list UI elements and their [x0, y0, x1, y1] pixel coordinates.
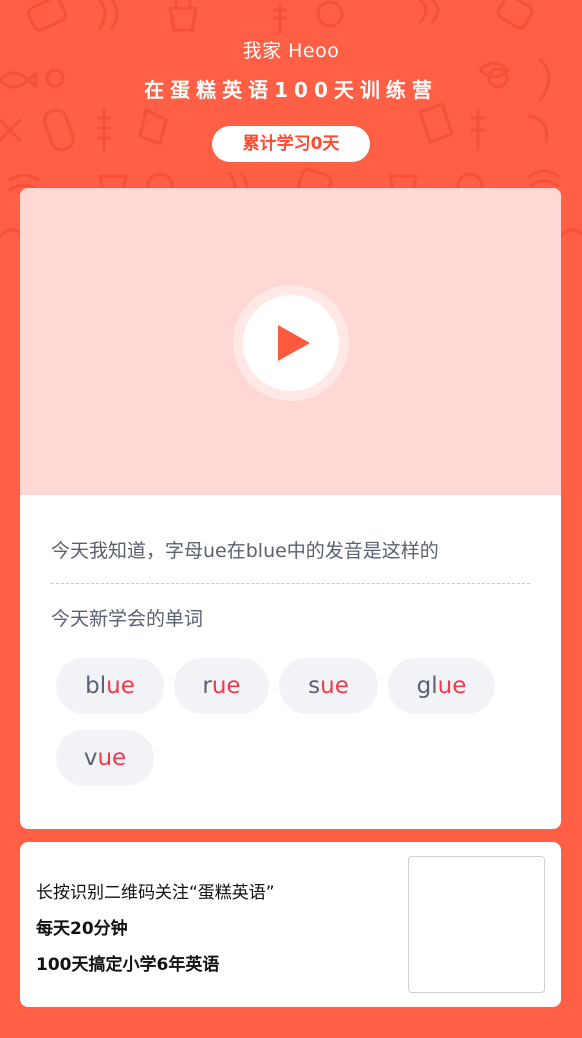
- word-prefix: gl: [416, 673, 438, 699]
- word-chip-vue[interactable]: vue: [56, 730, 154, 786]
- daily-time-text: 每天20分钟: [36, 919, 128, 939]
- word-highlight: ue: [320, 673, 349, 699]
- play-button-inner: [243, 295, 339, 391]
- video-player[interactable]: [20, 188, 561, 495]
- word-prefix: s: [308, 673, 321, 699]
- dashed-divider: [51, 583, 530, 584]
- qr-code[interactable]: [408, 856, 545, 993]
- lesson-description: 今天我知道，字母ue在blue中的发音是这样的: [51, 540, 439, 562]
- qr-instruction: 长按识别二维码关注“蛋糕英语”: [36, 883, 275, 903]
- qr-footer: 长按识别二维码关注“蛋糕英语” 每天20分钟 100天搞定小学6年英语: [20, 842, 561, 1007]
- word-chip-blue[interactable]: blue: [56, 658, 164, 714]
- word-highlight: ue: [211, 673, 241, 699]
- play-icon: [278, 325, 310, 361]
- study-days-badge: 累计学习0天: [212, 126, 370, 162]
- word-highlight: ue: [97, 745, 127, 771]
- word-highlight: ue: [106, 673, 135, 699]
- word-prefix: bl: [85, 673, 107, 699]
- goal-text: 100天搞定小学6年英语: [36, 955, 220, 975]
- word-chip-glue[interactable]: glue: [388, 658, 495, 714]
- word-prefix: v: [83, 745, 98, 771]
- new-words-title: 今天新学会的单词: [51, 608, 204, 630]
- play-button[interactable]: [233, 285, 349, 401]
- lesson-card: 今天我知道，字母ue在blue中的发音是这样的 今天新学会的单词 blue ru…: [20, 188, 561, 829]
- user-name: 我家 Heoo: [242, 40, 340, 62]
- camp-title: 在蛋糕英语100天训练营: [144, 78, 438, 102]
- word-chip-rue[interactable]: rue: [174, 658, 269, 714]
- word-prefix: r: [202, 673, 212, 699]
- word-chip-sue[interactable]: sue: [279, 658, 378, 714]
- word-highlight: ue: [437, 673, 467, 699]
